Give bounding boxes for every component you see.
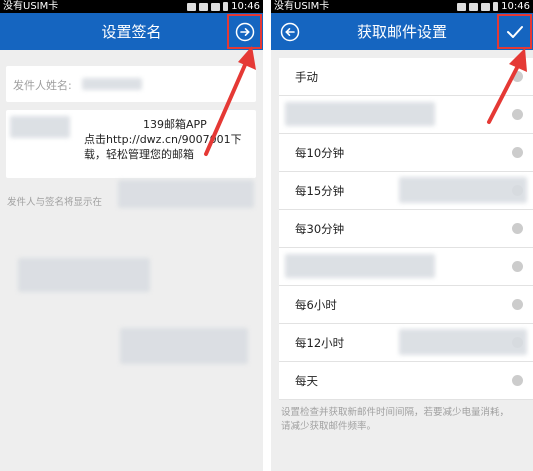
red-arrow-annotation bbox=[204, 46, 256, 156]
option-row[interactable]: 每12小时 bbox=[279, 324, 533, 362]
arrow-right-circle-icon bbox=[235, 22, 254, 41]
option-row[interactable]: 每6小时 bbox=[279, 286, 533, 324]
radio-icon[interactable] bbox=[512, 375, 523, 386]
blurred-region bbox=[18, 258, 150, 292]
fetch-mail-screen: 没有USIM卡 10:46 获取邮件设置 手动 每10分钟 每15分钟 每30分… bbox=[271, 0, 533, 471]
option-row[interactable]: 每30分钟 bbox=[279, 210, 533, 248]
option-label: 每10分钟 bbox=[295, 145, 345, 160]
clock-text: 10:46 bbox=[231, 1, 260, 12]
blurred-region bbox=[118, 180, 254, 208]
option-row[interactable] bbox=[279, 248, 533, 286]
hint-line: 设置检查并获取新邮件时间间隔，若要减少电量消耗， bbox=[281, 407, 510, 418]
blurred-logo bbox=[10, 116, 70, 138]
radio-icon[interactable] bbox=[512, 261, 523, 272]
signature-screen: 没有USIM卡 10:46 设置签名 发件人姓名: 139邮箱APP 点击htt… bbox=[0, 0, 263, 471]
option-label: 每12小时 bbox=[295, 335, 345, 350]
checkmark-icon bbox=[506, 25, 523, 38]
wifi-icon bbox=[481, 2, 491, 11]
radio-icon[interactable] bbox=[512, 147, 523, 158]
hint-text: 发件人与签名将显示在 bbox=[7, 197, 103, 208]
carrier-text: 没有USIM卡 bbox=[274, 1, 330, 12]
hint-text: 设置检查并获取新邮件时间间隔，若要减少电量消耗， 请减少获取邮件频率。 bbox=[281, 406, 529, 434]
alarm-icon bbox=[469, 2, 479, 11]
option-row[interactable]: 每15分钟 bbox=[279, 172, 533, 210]
clock-text: 10:46 bbox=[501, 1, 530, 12]
battery-icon bbox=[223, 2, 229, 11]
red-arrow-annotation bbox=[487, 48, 527, 124]
option-label: 每15分钟 bbox=[295, 183, 345, 198]
page-title: 设置签名 bbox=[101, 23, 162, 41]
blurred-option bbox=[399, 329, 527, 355]
back-button[interactable] bbox=[271, 13, 308, 50]
carrier-text: 没有USIM卡 bbox=[3, 1, 59, 12]
arrow-left-circle-icon bbox=[280, 22, 299, 41]
option-label: 每天 bbox=[295, 373, 318, 388]
option-row[interactable]: 每天 bbox=[279, 362, 533, 400]
blurred-region bbox=[120, 328, 248, 364]
hint-line: 请减少获取邮件频率。 bbox=[281, 421, 377, 432]
vibrate-icon bbox=[457, 2, 467, 11]
wifi-icon bbox=[211, 2, 221, 11]
alarm-icon bbox=[199, 2, 209, 11]
option-label: 每30分钟 bbox=[295, 221, 345, 236]
status-bar: 没有USIM卡 10:46 bbox=[0, 0, 263, 13]
sender-name-label: 发件人姓名: bbox=[13, 79, 72, 92]
option-label: 手动 bbox=[295, 69, 318, 84]
option-row[interactable]: 每10分钟 bbox=[279, 134, 533, 172]
page-title: 获取邮件设置 bbox=[356, 23, 447, 41]
blurred-option bbox=[399, 177, 527, 203]
blurred-option bbox=[285, 254, 435, 278]
blurred-name bbox=[82, 78, 142, 90]
vibrate-icon bbox=[187, 2, 197, 11]
status-bar: 没有USIM卡 10:46 bbox=[271, 0, 533, 13]
option-label: 每6小时 bbox=[295, 297, 337, 312]
radio-icon[interactable] bbox=[512, 299, 523, 310]
blurred-option bbox=[285, 102, 435, 126]
radio-icon[interactable] bbox=[512, 223, 523, 234]
battery-icon bbox=[493, 2, 499, 11]
